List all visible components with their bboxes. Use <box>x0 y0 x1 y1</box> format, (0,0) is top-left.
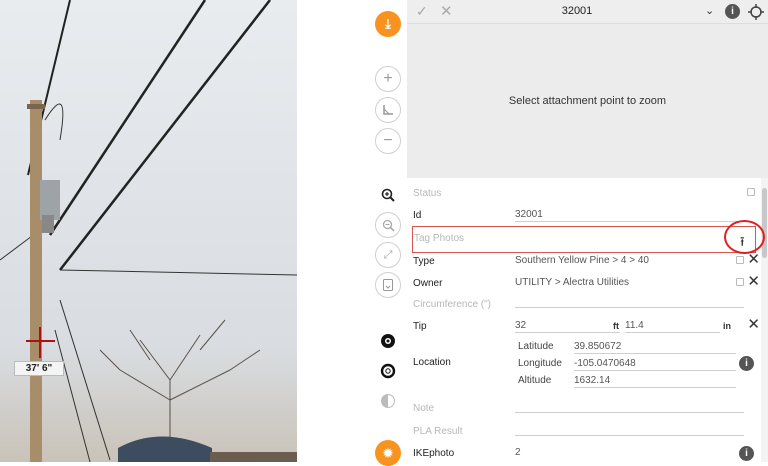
longitude-field[interactable]: -105.0470648 <box>574 358 736 371</box>
copy-icon[interactable] <box>736 278 744 286</box>
crosshair-icon[interactable] <box>748 4 764 20</box>
location-info-icon[interactable]: i <box>739 356 754 371</box>
zoom-out-button[interactable]: − <box>375 128 401 154</box>
fit-screen-button[interactable]: ⤢ <box>375 242 401 268</box>
brightness-button[interactable] <box>375 388 401 414</box>
clear-type-icon[interactable]: ✕ <box>747 252 760 267</box>
circumference-row: Circumference (") <box>413 294 761 315</box>
magnify-plus-icon <box>381 188 395 202</box>
latitude-label: Latitude <box>518 341 554 352</box>
owner-label: Owner <box>413 278 443 289</box>
download-button[interactable]: ⤓ <box>375 11 401 37</box>
ikephoto-value: 2 <box>515 447 521 458</box>
download-icon: ⤓ <box>385 16 391 31</box>
type-row: Type Southern Yellow Pine > 4 > 40 ✕ <box>413 251 761 272</box>
pla-result-label: PLA Result <box>413 426 463 437</box>
height-measurement-label: 37' 6" <box>14 361 64 376</box>
photo-scene <box>0 0 297 462</box>
settings-button[interactable] <box>375 328 401 354</box>
measure-angle-icon <box>383 105 393 115</box>
type-field[interactable]: Southern Yellow Pine > 4 > 40 <box>515 255 744 268</box>
fit-screen-icon: ⤢ <box>383 248 393 261</box>
note-field[interactable] <box>515 412 744 413</box>
id-field[interactable]: 32001 <box>515 209 744 222</box>
longitude-label: Longitude <box>518 358 562 369</box>
chevron-down-icon[interactable]: ⌄ <box>705 4 714 17</box>
tool-strip: ⤓ + − ⤢ ✹ <box>297 0 407 466</box>
circumference-field[interactable] <box>515 307 744 308</box>
form-scrollbar[interactable] <box>761 178 768 462</box>
ikephoto-info-icon[interactable]: i <box>739 446 754 461</box>
close-icon[interactable]: ✕ <box>440 2 453 20</box>
ikephoto-row: IKEphoto 2 i <box>413 443 761 464</box>
gear-outline-icon <box>380 363 396 379</box>
zoom-in-plus-icon: + <box>383 70 393 87</box>
attachment-preview[interactable]: Select attachment point to zoom <box>407 24 768 178</box>
circumference-label: Circumference (") <box>413 299 492 310</box>
note-label: Note <box>413 403 435 414</box>
panel-toolbar: ✓ ✕ 32001 ⌄ i <box>407 0 768 24</box>
pla-result-field[interactable] <box>515 435 744 436</box>
copy-icon[interactable] <box>747 188 755 196</box>
clear-tip-icon[interactable]: ✕ <box>747 317 760 332</box>
location-label: Location <box>413 357 451 368</box>
copy-icon[interactable] <box>736 256 744 264</box>
settings-gear-icon <box>381 334 395 348</box>
zoom-in-button[interactable]: + <box>375 66 401 92</box>
tag-photos-label: Tag Photos <box>414 233 465 244</box>
pole-id-title: 32001 <box>561 5 593 17</box>
tip-row: Tip 32 ft 11.4 in ✕ <box>413 316 761 337</box>
preview-message: Select attachment point to zoom <box>508 95 667 107</box>
owner-field[interactable]: UTILITY > Alectra Utilities <box>515 277 744 290</box>
status-label: Status <box>413 188 442 199</box>
tip-in-field[interactable]: 11.4 <box>625 320 720 333</box>
rotate-button[interactable] <box>375 272 401 298</box>
note-row: Note <box>413 398 761 419</box>
altitude-field[interactable]: 1632.14 <box>574 375 736 388</box>
tip-label: Tip <box>413 321 427 332</box>
measure-button[interactable] <box>375 97 401 123</box>
location-row: Location Latitude 39.850672 Longitude -1… <box>413 340 761 398</box>
latitude-field[interactable]: 39.850672 <box>574 341 736 354</box>
magnify-out-button[interactable] <box>375 212 401 238</box>
rotate-icon <box>383 279 393 291</box>
scrollbar-thumb[interactable] <box>762 188 767 258</box>
type-label: Type <box>413 256 435 267</box>
ikephoto-label: IKEphoto <box>413 448 455 459</box>
check-icon[interactable]: ✓ <box>416 3 428 20</box>
pole-form: Status Id 32001 Type Southern Yellow Pin… <box>407 178 768 462</box>
sun-icon: ✹ <box>382 444 394 461</box>
id-label: Id <box>413 210 422 221</box>
highlight-circle <box>724 220 765 254</box>
gear-outline-button[interactable] <box>375 358 401 384</box>
status-row: Status <box>413 183 761 204</box>
tip-in-unit: in <box>723 321 731 331</box>
magnify-in-button[interactable] <box>375 182 401 208</box>
owner-row: Owner UTILITY > Alectra Utilities ✕ <box>413 273 761 294</box>
info-icon[interactable]: i <box>725 4 740 19</box>
id-row: Id 32001 <box>413 205 761 226</box>
detail-panel: ✓ ✕ 32001 ⌄ i Select attachment point to… <box>407 0 768 462</box>
pole-photo[interactable]: 37' 6" <box>0 0 297 462</box>
tag-photos-row[interactable]: Tag Photos <box>412 226 756 253</box>
magnify-minus-icon <box>382 219 395 232</box>
altitude-label: Altitude <box>518 375 552 386</box>
zoom-out-minus-icon: − <box>383 132 393 149</box>
pla-result-row: PLA Result <box>413 421 761 442</box>
tip-ft-unit: ft <box>613 321 619 331</box>
sun-button[interactable]: ✹ <box>375 440 401 466</box>
brightness-icon <box>381 394 395 408</box>
clear-owner-icon[interactable]: ✕ <box>747 274 760 289</box>
tip-ft-field[interactable]: 32 <box>515 320 620 333</box>
